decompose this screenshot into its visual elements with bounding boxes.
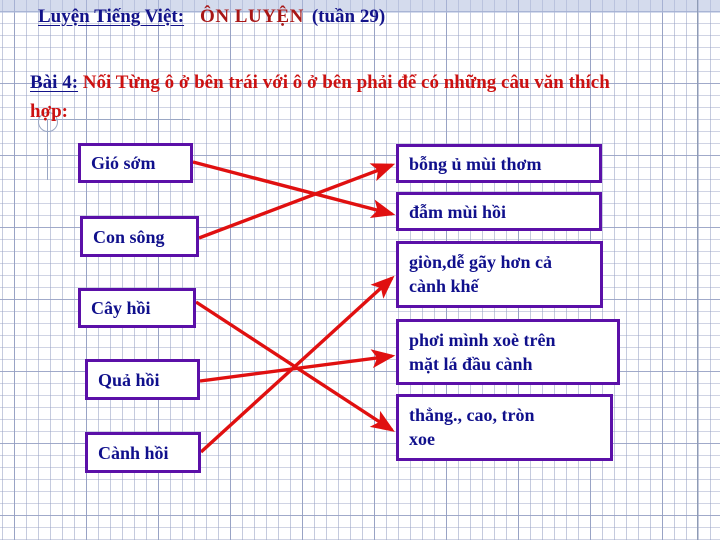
left-box-4[interactable]: Quả hồi xyxy=(85,359,200,400)
connector-con-song xyxy=(198,163,396,240)
exercise-instruction: Nối Từng ô ở bên trái với ô ở bên phải đ… xyxy=(30,72,610,122)
page-margin-rule xyxy=(697,0,698,540)
right-box-1-label: bỗng ủ mùi thơm xyxy=(409,153,542,174)
left-box-4-label: Quả hồi xyxy=(98,369,160,390)
connector-cay-hoi xyxy=(195,300,395,432)
right-box-3-label-line1: giòn,dễ gãy hơn cả xyxy=(409,252,552,272)
left-box-1-label: Gió sớm xyxy=(91,153,156,173)
page-title: Luyện Tiếng Việt: ÔN LUYỆN (tuần 29) xyxy=(38,6,385,28)
connector-gio-som xyxy=(192,160,396,219)
slide-canvas: Luyện Tiếng Việt: ÔN LUYỆN (tuần 29) Bài 4… xyxy=(0,0,720,540)
right-box-5-label-line2: xoe xyxy=(409,429,435,449)
right-box-3-label-line2: cành khế xyxy=(409,276,479,296)
left-box-2[interactable]: Con sông xyxy=(80,216,199,257)
exercise-prompt: Bài 4: Nối Từng ô ở bên trái với ô ở bên… xyxy=(30,68,650,126)
left-box-2-label: Con sông xyxy=(93,226,165,247)
right-box-3[interactable]: giòn,dễ gãy hơn cả cành khế xyxy=(396,241,603,308)
exercise-label: Bài 4: xyxy=(30,72,79,93)
right-box-4-label-line2: mặt lá đầu cành xyxy=(409,354,533,374)
right-box-1[interactable]: bỗng ủ mùi thơm xyxy=(396,144,602,183)
connector-canh-hoi xyxy=(199,275,395,454)
right-box-4-label-line1: phơi mình xoè trên xyxy=(409,330,556,350)
right-box-5[interactable]: thẳng., cao, tròn xoe xyxy=(396,394,613,461)
right-box-2[interactable]: đẫm mùi hồi xyxy=(396,192,602,231)
right-box-5-label-line1: thẳng., cao, tròn xyxy=(409,405,535,425)
title-week: (tuần 29) xyxy=(311,6,386,27)
left-box-5-label: Cành hồi xyxy=(98,442,169,463)
title-subject: Luyện Tiếng Việt: xyxy=(38,6,185,27)
left-box-3[interactable]: Cây hồi xyxy=(78,288,196,328)
left-box-3-label: Cây hồi xyxy=(91,298,151,318)
left-box-1[interactable]: Gió sớm xyxy=(78,143,193,183)
left-box-5[interactable]: Cành hồi xyxy=(85,432,201,473)
connector-qua-hoi xyxy=(199,349,396,383)
title-main: ÔN LUYỆN xyxy=(200,6,304,27)
right-box-4[interactable]: phơi mình xoè trên mặt lá đầu cành xyxy=(396,319,620,385)
right-box-2-label: đẫm mùi hồi xyxy=(409,201,507,222)
